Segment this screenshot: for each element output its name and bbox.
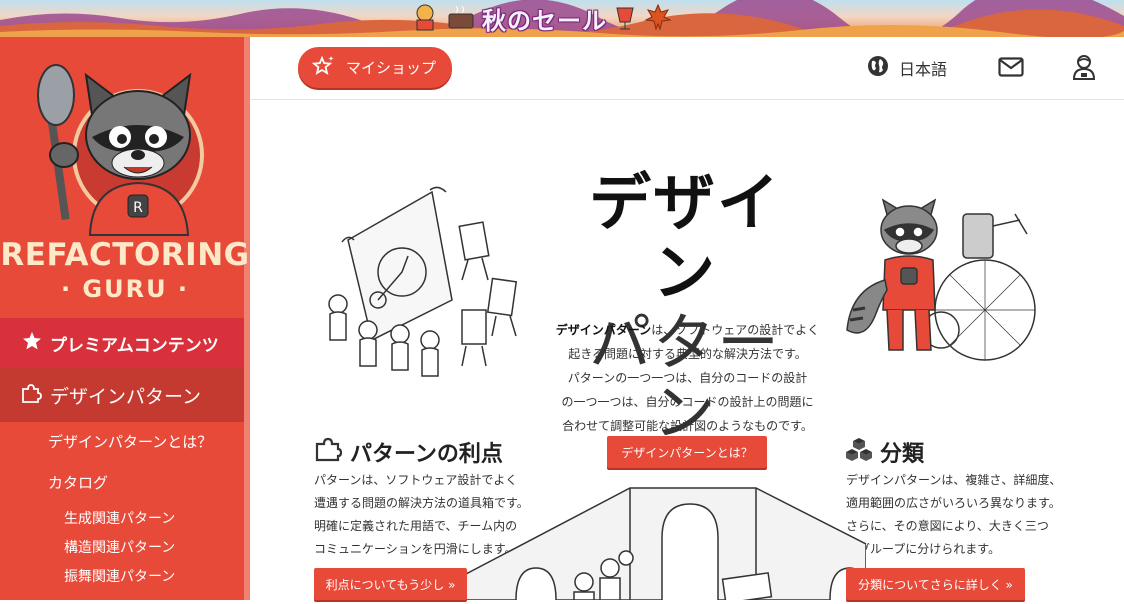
building-classroom-illustration (465, 484, 867, 604)
sidebar-item-design-patterns[interactable]: デザインパターン (0, 368, 244, 422)
classification-title: 分類 (880, 442, 925, 467)
classification-text: デザインパターンは、複雑さ、詳細度、 適用範囲の広さがいろいろ異なります。 さら… (846, 469, 1061, 561)
sidebar-item-label: プレミアムコンテンツ (50, 335, 219, 356)
sidebar-item-label: デザインパターン (50, 385, 202, 408)
sidebar-scrollbar[interactable] (244, 37, 250, 600)
logo-wordmark-sub[interactable]: · GURU · (0, 275, 250, 303)
classification-line: のグループに分けられます。 (846, 542, 1001, 556)
classification-more-button[interactable]: 分類についてさらに詳しく » (846, 568, 1025, 600)
star-icon (22, 331, 42, 356)
user-icon[interactable] (1072, 54, 1096, 84)
intro-line: は、ソフトウェアの設計でよく (651, 323, 820, 337)
classification-line: 適用範囲の広さがいろいろ異なります。 (846, 496, 1061, 510)
my-shop-label: マイショップ (346, 59, 437, 77)
raccoon-reading-icon (410, 2, 440, 36)
page-title-line1: デザイン (588, 166, 781, 309)
sidebar-item-catalog[interactable]: カタログ (48, 472, 108, 493)
radio-icon (446, 2, 476, 36)
sidebar-item-behavioral[interactable]: 振舞関連パターン (64, 566, 175, 586)
sidebar-item-premium-content[interactable]: プレミアムコンテンツ (0, 318, 244, 368)
globe-icon (867, 55, 889, 81)
classification-heading: 分類 (846, 436, 924, 468)
mail-icon[interactable] (998, 57, 1024, 81)
sidebar: R REFACTORING · GURU · プレミアムコンテンツ デザインパタ… (0, 37, 250, 600)
intro-line: 起きる問題に対する典型的な解決方法です。 (568, 347, 807, 361)
blueprint-crowd-illustration (312, 180, 542, 394)
benefits-heading: パターンの利点 (314, 436, 503, 468)
intro-line: の一つ一つは、自分のコードの設計上の問題に (561, 395, 814, 409)
raccoon-bicycle-illustration (845, 190, 1045, 374)
raccoon-mascot-logo[interactable]: R (20, 55, 210, 237)
sidebar-item-structural[interactable]: 構造関連パターン (64, 537, 175, 557)
puzzle-icon (314, 436, 343, 468)
svg-text:R: R (133, 200, 143, 216)
sale-banner[interactable]: 秋のセール (0, 0, 1124, 37)
benefits-more-button[interactable]: 利点についてもう少し » (314, 568, 467, 600)
boxes-icon (846, 437, 872, 467)
maple-leaf-icon (643, 2, 673, 36)
logo-wordmark[interactable]: REFACTORING (0, 237, 250, 273)
puzzle-icon (20, 382, 42, 409)
sparkle-star-icon (311, 54, 336, 82)
drink-glass-icon (613, 2, 637, 36)
my-shop-button[interactable]: マイショップ (298, 47, 452, 88)
intro-text: デザインパターンは、ソフトウェアの設計でよく 起きる問題に対する典型的な解決方法… (545, 318, 830, 438)
intro-line: パターンの一つ一つは、自分のコードの設計 (567, 371, 808, 385)
language-label: 日本語 (899, 60, 948, 79)
intro-bold-term: デザインパターン (555, 323, 652, 337)
classification-line: デザインパターンは、複雑さ、詳細度、 (846, 473, 1062, 487)
what-is-pattern-button[interactable]: デザインパターンとは？ (607, 436, 767, 468)
intro-line: 合わせて調整可能な設計図のようなものです。 (562, 419, 813, 433)
benefits-title: パターンの利点 (350, 442, 503, 467)
banner-title: 秋のセール (482, 7, 607, 35)
language-selector[interactable]: 日本語 (867, 55, 947, 81)
classification-line: さらに、その意図により、大きく三つ (846, 519, 1049, 533)
sidebar-item-what-is-pattern[interactable]: デザインパターンとは？ (48, 431, 212, 452)
sidebar-item-creational[interactable]: 生成関連パターン (64, 508, 175, 528)
top-header: マイショップ 日本語 (250, 37, 1124, 100)
